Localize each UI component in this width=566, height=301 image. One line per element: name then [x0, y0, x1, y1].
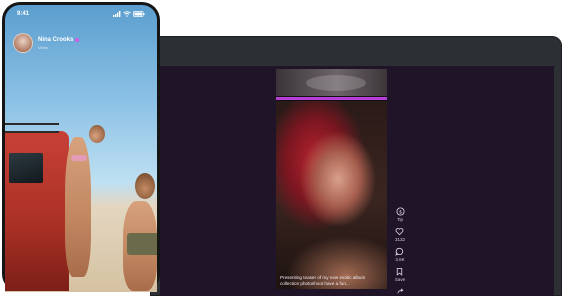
- video-actions: $ Tip 3132 3.6K Save: [386, 207, 414, 301]
- phone-frame: 9:41 Nina Crooks Video: [2, 2, 160, 292]
- laptop-frame: Presenting teaser of my new exotic album…: [150, 36, 562, 296]
- like-count: 3132: [394, 237, 405, 242]
- laptop-screen: Presenting teaser of my new exotic album…: [160, 66, 554, 296]
- verified-icon: [75, 37, 80, 42]
- share-icon: [396, 288, 403, 294]
- comment-count: 3.6K: [395, 257, 405, 262]
- share-button[interactable]: [396, 287, 405, 296]
- comment-icon: [395, 247, 404, 256]
- signal-icon: [113, 11, 121, 17]
- comment-button[interactable]: 3.6K: [395, 247, 405, 262]
- svg-text:$: $: [399, 209, 402, 214]
- previous-video-thumbnail[interactable]: [276, 69, 387, 96]
- avatar[interactable]: [13, 33, 33, 53]
- truck-shape: [5, 123, 69, 291]
- profile-subtitle: Video: [38, 44, 49, 50]
- person-head-shape: [135, 173, 155, 199]
- person-head-shape: [89, 125, 105, 143]
- video-frame[interactable]: [276, 101, 387, 289]
- roof-rack-shape: [5, 123, 59, 133]
- video-progress-bar[interactable]: [276, 97, 387, 100]
- shorts-shape: [127, 233, 157, 255]
- profile-name: Nina Crooks: [38, 36, 74, 43]
- tip-icon: $: [395, 207, 405, 216]
- truck-window-shape: [9, 153, 43, 183]
- battery-icon: [133, 11, 145, 17]
- creator-profile[interactable]: Nina Crooks Video: [13, 33, 80, 53]
- status-icons: [113, 11, 145, 17]
- video-feed[interactable]: Presenting teaser of my new exotic album…: [276, 69, 387, 289]
- status-bar: 9:41: [5, 5, 157, 23]
- profile-name-row: Nina Crooks: [38, 36, 80, 43]
- tip-button[interactable]: $ Tip: [395, 207, 405, 222]
- like-button[interactable]: 3132: [395, 227, 405, 242]
- video-caption: Presenting teaser of my new exotic album…: [280, 275, 366, 286]
- profile-text: Nina Crooks Video: [38, 36, 80, 50]
- save-icon: [397, 267, 403, 276]
- status-time: 9:41: [17, 11, 30, 17]
- phone-screen: 9:41 Nina Crooks Video: [5, 5, 157, 292]
- heart-icon: [396, 228, 404, 236]
- wifi-icon: [123, 11, 131, 17]
- swimwear-shape: [71, 155, 87, 161]
- tip-label: Tip: [396, 217, 404, 222]
